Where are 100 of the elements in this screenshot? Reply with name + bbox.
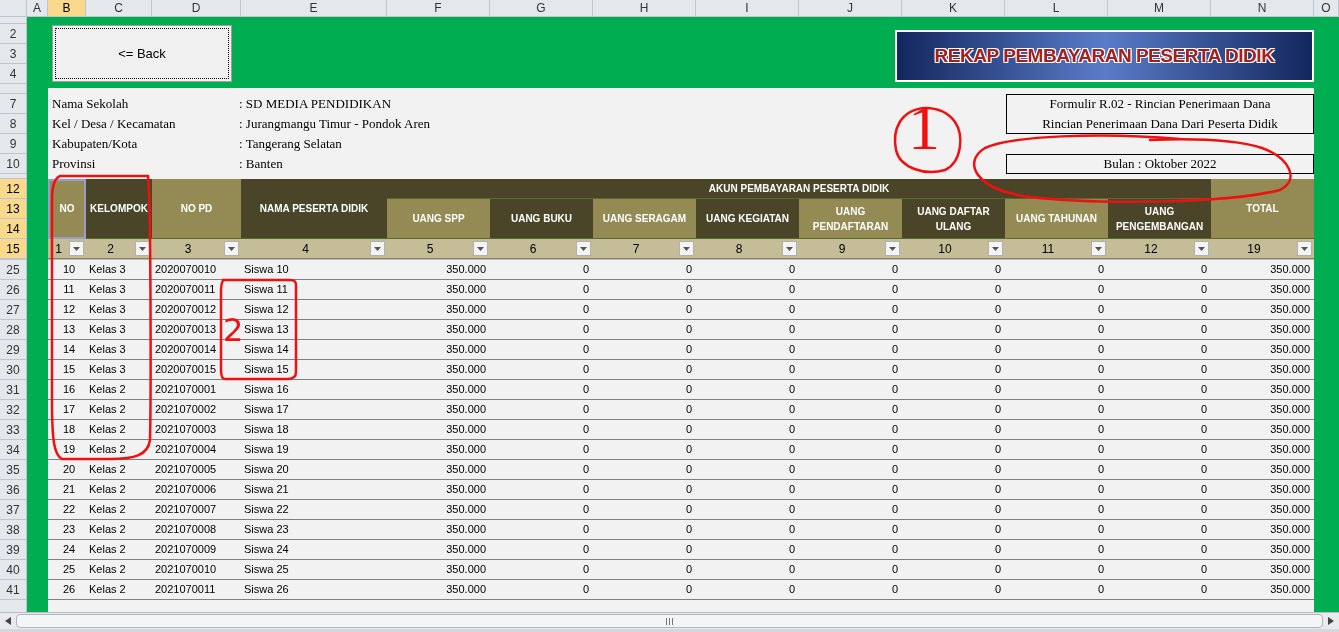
table-cell-text: 2021070010 — [155, 562, 217, 578]
filter-button[interactable] — [1194, 241, 1209, 256]
table-cell-text: 0 — [685, 562, 692, 578]
row-header[interactable]: 31 — [0, 380, 26, 400]
table-cell-text: 0 — [1097, 362, 1104, 378]
column-header[interactable]: K — [902, 0, 1005, 16]
filter-button[interactable] — [885, 241, 900, 256]
table-cell-text: 17 — [62, 402, 76, 418]
table-cell-text: 350.000 — [1270, 482, 1310, 498]
row-header[interactable]: 26 — [0, 280, 26, 300]
table-cell-text: 0 — [788, 482, 795, 498]
column-heading: UANG TAHUNAN — [1005, 199, 1108, 239]
row-header[interactable]: 40 — [0, 560, 26, 580]
table-cell-text: Siswa 12 — [244, 302, 289, 318]
row-header[interactable]: 10 — [0, 154, 26, 174]
table-cell-text: 0 — [994, 582, 1001, 598]
filter-button[interactable] — [782, 241, 797, 256]
column-header[interactable]: L — [1005, 0, 1108, 16]
table-cell-text: 0 — [1200, 562, 1207, 578]
column-header[interactable]: M — [1108, 0, 1211, 16]
row-header[interactable]: 32 — [0, 400, 26, 420]
left-arrow-icon — [5, 617, 11, 625]
table-cell-text: 0 — [891, 582, 898, 598]
filter-button[interactable] — [370, 241, 385, 256]
table-cell-text: 350.000 — [446, 362, 486, 378]
column-header[interactable]: J — [799, 0, 902, 16]
column-header[interactable]: N — [1211, 0, 1314, 16]
row-header[interactable]: 9 — [0, 134, 26, 154]
column-header[interactable]: B — [48, 0, 86, 16]
filter-button[interactable] — [69, 241, 84, 256]
table-cell-text: 350.000 — [446, 422, 486, 438]
column-header[interactable]: G — [490, 0, 593, 16]
row-header[interactable]: 30 — [0, 360, 26, 380]
row-header[interactable]: 35 — [0, 460, 26, 480]
filter-button[interactable] — [679, 241, 694, 256]
filter-label: 5 — [425, 240, 435, 258]
filter-button[interactable] — [1091, 241, 1106, 256]
table-cell-text: 0 — [788, 582, 795, 598]
row-header[interactable]: 12 — [0, 179, 26, 199]
column-header[interactable]: H — [593, 0, 696, 16]
table-cell-text: 0 — [685, 282, 692, 298]
column-header[interactable]: C — [86, 0, 152, 16]
filter-button[interactable] — [1297, 241, 1312, 256]
row-header[interactable]: 29 — [0, 340, 26, 360]
filter-button[interactable] — [988, 241, 1003, 256]
filter-button[interactable] — [576, 241, 591, 256]
row-header[interactable]: 34 — [0, 440, 26, 460]
table-cell-text: 0 — [1097, 422, 1104, 438]
row-header[interactable]: 8 — [0, 114, 26, 134]
table-cell-text: 0 — [891, 462, 898, 478]
table-cell-text: Kelas 3 — [89, 322, 126, 338]
dropdown-icon — [992, 246, 999, 251]
column-header[interactable]: E — [241, 0, 387, 16]
row-header[interactable]: 13 — [0, 199, 26, 219]
row-header[interactable]: 39 — [0, 540, 26, 560]
table-cell-text: Siswa 18 — [244, 422, 289, 438]
row-header[interactable]: 41 — [0, 580, 26, 600]
table-cell-text: 0 — [1200, 542, 1207, 558]
row-header[interactable]: 2 — [0, 24, 26, 44]
row-header[interactable]: 27 — [0, 300, 26, 320]
table-cell-text: Siswa 13 — [244, 322, 289, 338]
table-cell-text: 0 — [582, 502, 589, 518]
table-cell-text: 0 — [994, 302, 1001, 318]
column-header[interactable]: I — [696, 0, 799, 16]
table-cell-text: 0 — [788, 362, 795, 378]
table-cell-text: 0 — [582, 402, 589, 418]
row-header[interactable]: 4 — [0, 64, 26, 84]
table-cell-text: 0 — [1200, 382, 1207, 398]
column-header[interactable]: F — [387, 0, 490, 16]
back-button[interactable]: <= Back — [52, 25, 232, 82]
row-header[interactable]: 36 — [0, 480, 26, 500]
row-header[interactable]: 7 — [0, 94, 26, 114]
annotation-loop — [893, 106, 962, 174]
table-cell-text: 0 — [891, 362, 898, 378]
table-cell-text: 2021070008 — [155, 522, 217, 538]
column-header[interactable]: O — [1314, 0, 1339, 16]
row-header[interactable]: 37 — [0, 500, 26, 520]
row-header[interactable]: 3 — [0, 44, 26, 64]
field-label: Nama Sekolah — [51, 95, 130, 114]
table-cell-text: 0 — [685, 442, 692, 458]
table-cell-text: 0 — [1200, 262, 1207, 278]
table-cell-text: 0 — [994, 342, 1001, 358]
filter-button[interactable] — [473, 241, 488, 256]
field-value: : SD MEDIA PENDIDIKAN — [239, 95, 392, 114]
table-cell-text: 0 — [685, 502, 692, 518]
row-header[interactable]: 25 — [0, 260, 26, 280]
filter-button[interactable] — [224, 241, 239, 256]
table-cell-text: 2021070001 — [155, 382, 217, 398]
column-header[interactable]: D — [152, 0, 241, 16]
row-header[interactable]: 14 — [0, 219, 26, 239]
field-value: : Banten — [239, 155, 283, 174]
table-cell-text: 0 — [788, 342, 795, 358]
row-header[interactable]: 38 — [0, 520, 26, 540]
table-cell-text: 0 — [994, 282, 1001, 298]
row-header[interactable]: 28 — [0, 320, 26, 340]
filter-label: 4 — [301, 240, 310, 258]
scrollbar-thumb[interactable] — [16, 614, 1323, 628]
table-cell-text: 0 — [788, 302, 795, 318]
row-header[interactable]: 15 — [0, 239, 26, 259]
row-header[interactable]: 33 — [0, 420, 26, 440]
